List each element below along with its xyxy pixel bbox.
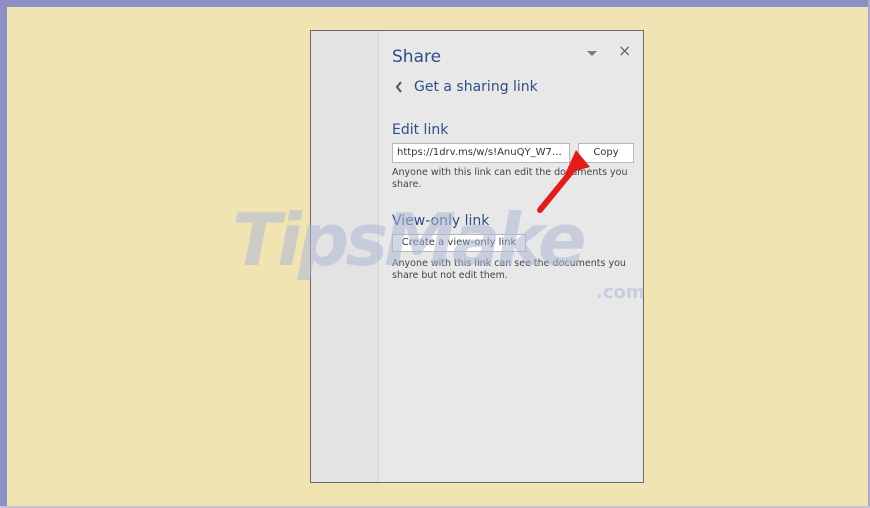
chevron-left-icon xyxy=(394,81,404,93)
edit-link-url-field[interactable]: https://1drv.ms/w/s!AnuQY_W7gf4Mh0... xyxy=(392,143,570,163)
share-pane-title: Share xyxy=(392,47,442,67)
get-sharing-link-back-button[interactable]: Get a sharing link xyxy=(394,79,538,95)
close-icon[interactable]: × xyxy=(618,43,631,59)
copy-button[interactable]: Copy xyxy=(578,143,634,163)
chevron-down-icon[interactable] xyxy=(585,47,599,61)
share-pane: Share × Get a sharing link Edit link htt… xyxy=(380,31,643,482)
document-window: Share × Get a sharing link Edit link htt… xyxy=(310,30,644,483)
document-canvas-strip xyxy=(311,31,379,482)
view-only-link-title: View-only link xyxy=(392,213,490,229)
create-view-only-link-button[interactable]: Create a view-only link xyxy=(392,234,526,252)
edit-link-helper-text: Anyone with this link can edit the docum… xyxy=(392,167,628,190)
view-only-helper-text: Anyone with this link can see the docume… xyxy=(392,258,626,281)
back-link-label: Get a sharing link xyxy=(414,79,538,95)
edit-link-title: Edit link xyxy=(392,122,449,138)
frame-top-border xyxy=(0,0,870,7)
frame-left-border xyxy=(0,0,7,508)
